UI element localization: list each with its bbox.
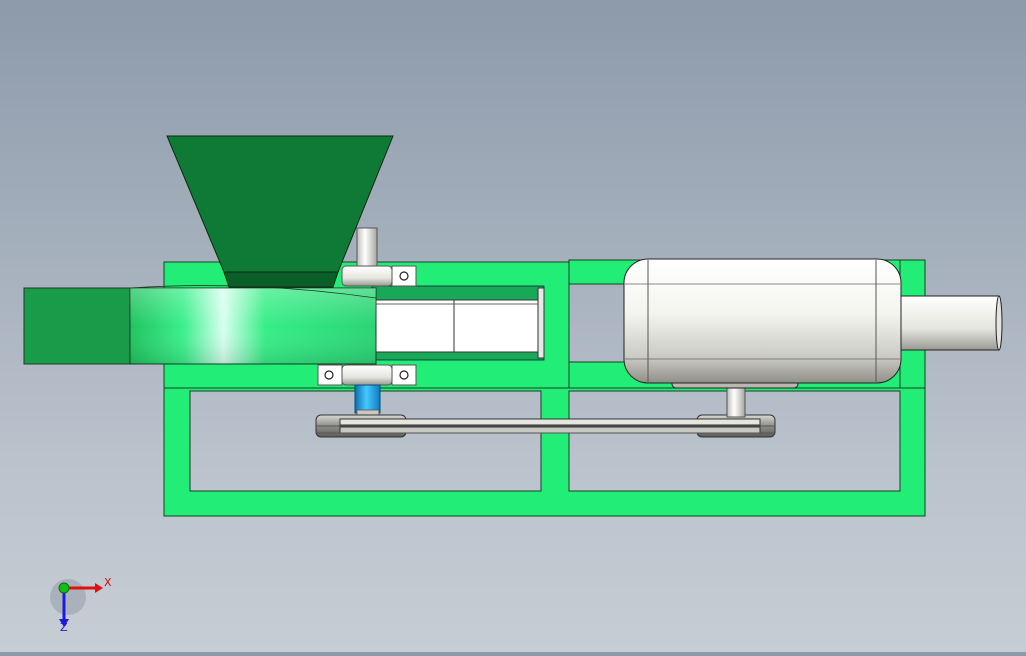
extruder-barrel[interactable] xyxy=(23,285,377,365)
z-axis-label: Z xyxy=(60,621,68,634)
y-axis-dot xyxy=(58,582,70,594)
electric-motor[interactable] xyxy=(623,258,1003,389)
motor-shaft xyxy=(726,384,746,418)
x-arrow-head xyxy=(95,583,103,593)
x-axis-label: X xyxy=(104,576,112,589)
model-view[interactable]: X Z xyxy=(0,0,1026,652)
shaft-coupling xyxy=(354,384,381,414)
coordinate-triad[interactable]: X Z xyxy=(50,576,112,634)
graphics-viewport[interactable]: X Z xyxy=(0,0,1026,652)
